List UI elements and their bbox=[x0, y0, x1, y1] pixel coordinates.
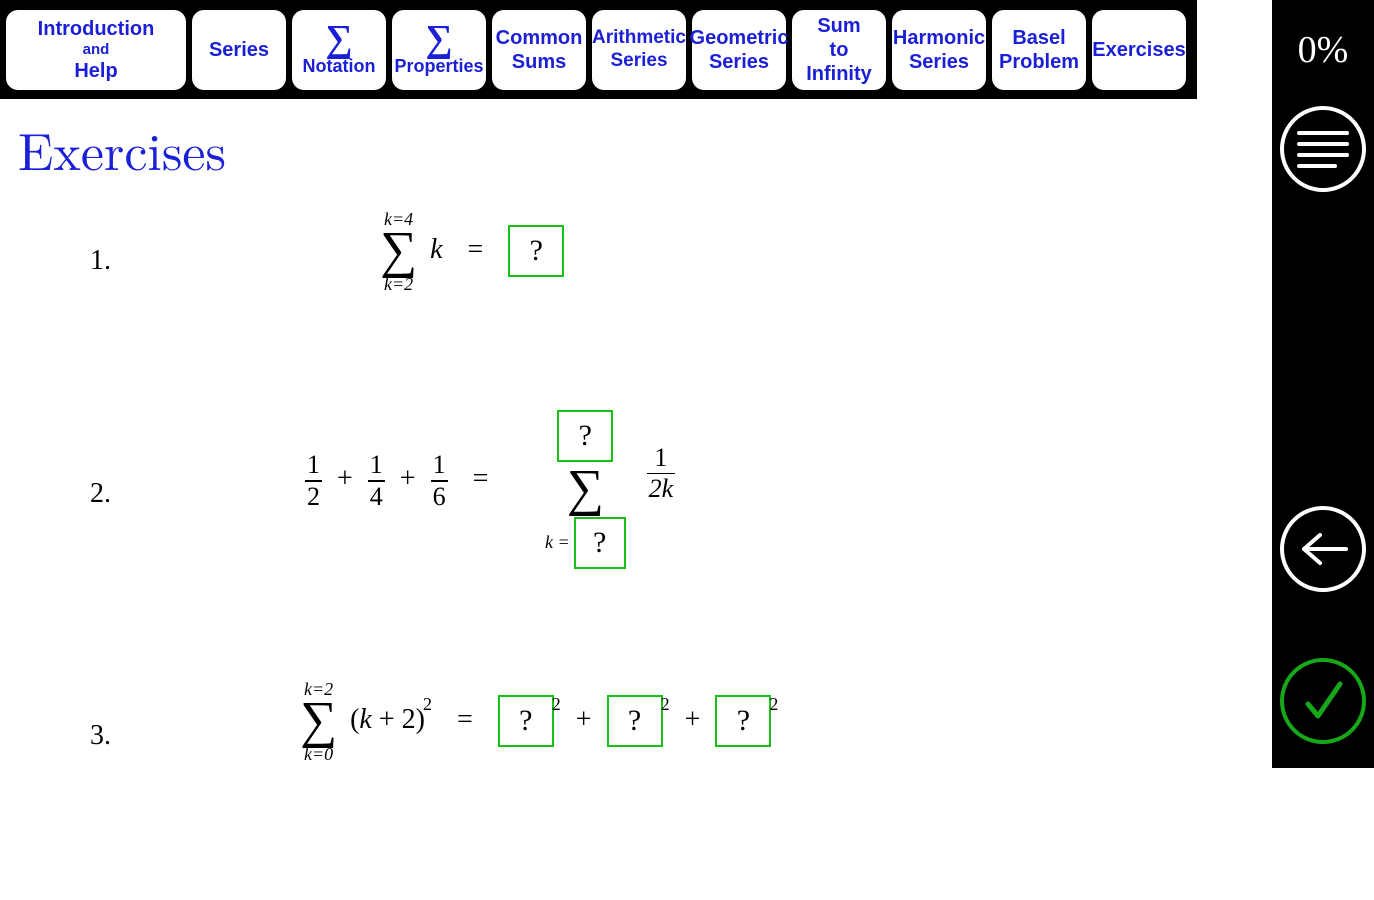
exercise-number: 2. bbox=[90, 478, 111, 510]
equals-sign: = bbox=[473, 463, 489, 494]
nav-sigma-notation[interactable]: ∑ Notation bbox=[292, 10, 386, 90]
nav-basel-l1: Basel bbox=[1012, 26, 1065, 50]
sigma-notation: ? ∑ k = ? bbox=[545, 410, 626, 569]
submit-button[interactable] bbox=[1280, 658, 1366, 744]
equals-sign: = bbox=[457, 704, 473, 735]
nav-harm-l1: Harmonic bbox=[893, 26, 985, 50]
nav-sigma-notation-label: Notation bbox=[303, 56, 376, 78]
nav-intro-line3: Help bbox=[74, 59, 117, 83]
sigma-icon: ∑ bbox=[380, 228, 417, 275]
answer-input-1[interactable]: ? bbox=[508, 225, 564, 277]
exercise-2: 2. 12 + 14 + 16 = ? ∑ k = ? bbox=[0, 410, 1272, 610]
exercise-number: 3. bbox=[90, 720, 111, 752]
equals-sign: = bbox=[468, 234, 484, 265]
term-base: (k + 2) bbox=[350, 704, 425, 735]
sigma-icon: ∑ bbox=[325, 20, 352, 58]
fraction-2: 14 bbox=[368, 450, 385, 512]
nav-intro-line1: Introduction bbox=[38, 17, 155, 41]
top-nav: Introduction and Help Series ∑ Notation … bbox=[0, 0, 1197, 99]
nav-sigma-properties[interactable]: ∑ Properties bbox=[392, 10, 486, 90]
page-title: Exercises bbox=[18, 112, 226, 186]
fraction-1: 12 bbox=[305, 450, 322, 512]
fraction-denominator: 4 bbox=[368, 482, 385, 512]
back-button[interactable] bbox=[1280, 506, 1366, 592]
exercises-content: 1. k=4 ∑ k=2 k = ? 2. 12 + 14 + 16 bbox=[0, 210, 1272, 900]
plus-sign: + bbox=[337, 463, 353, 494]
right-sidebar: 0% bbox=[1272, 0, 1374, 768]
sigma-icon: ∑ bbox=[300, 698, 337, 745]
nav-series[interactable]: Series bbox=[192, 10, 286, 90]
sigma-icon: ∑ bbox=[425, 20, 452, 58]
lower-limit-prefix: k = bbox=[545, 532, 570, 553]
nav-arith-l2: Series bbox=[610, 50, 667, 73]
sigma-notation: k=4 ∑ k=2 bbox=[380, 210, 417, 293]
box-exponent: 2 bbox=[661, 694, 670, 714]
box-exponent: 2 bbox=[769, 694, 778, 714]
fraction-numerator: 1 bbox=[652, 443, 669, 473]
fraction-denominator: 2 bbox=[305, 482, 322, 512]
plus-sign: + bbox=[685, 704, 701, 735]
nav-suminf-l1: Sum bbox=[817, 14, 860, 38]
lower-limit: k=2 bbox=[384, 275, 413, 293]
fraction-denominator: 2k bbox=[647, 474, 676, 504]
menu-icon bbox=[1297, 131, 1349, 168]
sigma-icon: ∑ bbox=[567, 466, 604, 513]
exercise-3: 3. k=2 ∑ k=0 (k + 2)2 = ?2 + ?2 + ?2 bbox=[0, 680, 1272, 830]
nav-suminf-l3: Infinity bbox=[806, 62, 872, 86]
nav-geo-l1: Geometric bbox=[690, 26, 789, 50]
nav-common-l1: Common bbox=[496, 26, 583, 50]
check-icon bbox=[1298, 676, 1348, 726]
nav-arith-l1: Arithmetic bbox=[592, 27, 686, 50]
lower-limit: k=0 bbox=[304, 745, 333, 763]
nav-exercises[interactable]: Exercises bbox=[1092, 10, 1186, 90]
menu-button[interactable] bbox=[1280, 106, 1366, 192]
nav-suminf-l2: to bbox=[830, 38, 849, 62]
nav-harmonic-series[interactable]: Harmonic Series bbox=[892, 10, 986, 90]
fraction-3: 16 bbox=[431, 450, 448, 512]
progress-indicator: 0% bbox=[1272, 0, 1374, 99]
plus-sign: + bbox=[576, 704, 592, 735]
nav-geo-l2: Series bbox=[709, 50, 769, 74]
nav-introduction[interactable]: Introduction and Help bbox=[6, 10, 186, 90]
answer-input-3c[interactable]: ? bbox=[715, 695, 771, 747]
fraction-denominator: 6 bbox=[431, 482, 448, 512]
nav-series-label: Series bbox=[209, 38, 269, 62]
nav-common-l2: Sums bbox=[512, 50, 566, 74]
sigma-notation: k=2 ∑ k=0 bbox=[300, 680, 337, 763]
term-fraction: 12k bbox=[647, 443, 676, 505]
nav-basel-problem[interactable]: Basel Problem bbox=[992, 10, 1086, 90]
plus-sign: + bbox=[400, 463, 416, 494]
answer-input-upper[interactable]: ? bbox=[557, 410, 613, 462]
nav-arithmetic-series[interactable]: Arithmetic Series bbox=[592, 10, 686, 90]
nav-exercises-label: Exercises bbox=[1092, 38, 1185, 62]
box-exponent: 2 bbox=[552, 694, 561, 714]
answer-input-3a[interactable]: ? bbox=[498, 695, 554, 747]
fraction-numerator: 1 bbox=[431, 450, 448, 480]
nav-harm-l2: Series bbox=[909, 50, 969, 74]
exercise-1: 1. k=4 ∑ k=2 k = ? bbox=[0, 210, 1272, 340]
term-exponent: 2 bbox=[423, 694, 432, 714]
exercise-number: 1. bbox=[90, 245, 111, 277]
nav-common-sums[interactable]: Common Sums bbox=[492, 10, 586, 90]
fraction-numerator: 1 bbox=[368, 450, 385, 480]
nav-sigma-properties-label: Properties bbox=[394, 56, 483, 78]
nav-geometric-series[interactable]: Geometric Series bbox=[692, 10, 786, 90]
nav-intro-line2: and bbox=[83, 41, 110, 59]
nav-basel-l2: Problem bbox=[999, 50, 1079, 74]
summation-term: k bbox=[430, 234, 442, 265]
arrow-left-icon bbox=[1298, 529, 1348, 569]
answer-input-3b[interactable]: ? bbox=[607, 695, 663, 747]
fraction-numerator: 1 bbox=[305, 450, 322, 480]
nav-sum-to-infinity[interactable]: Sum to Infinity bbox=[792, 10, 886, 90]
answer-input-lower[interactable]: ? bbox=[574, 517, 626, 569]
